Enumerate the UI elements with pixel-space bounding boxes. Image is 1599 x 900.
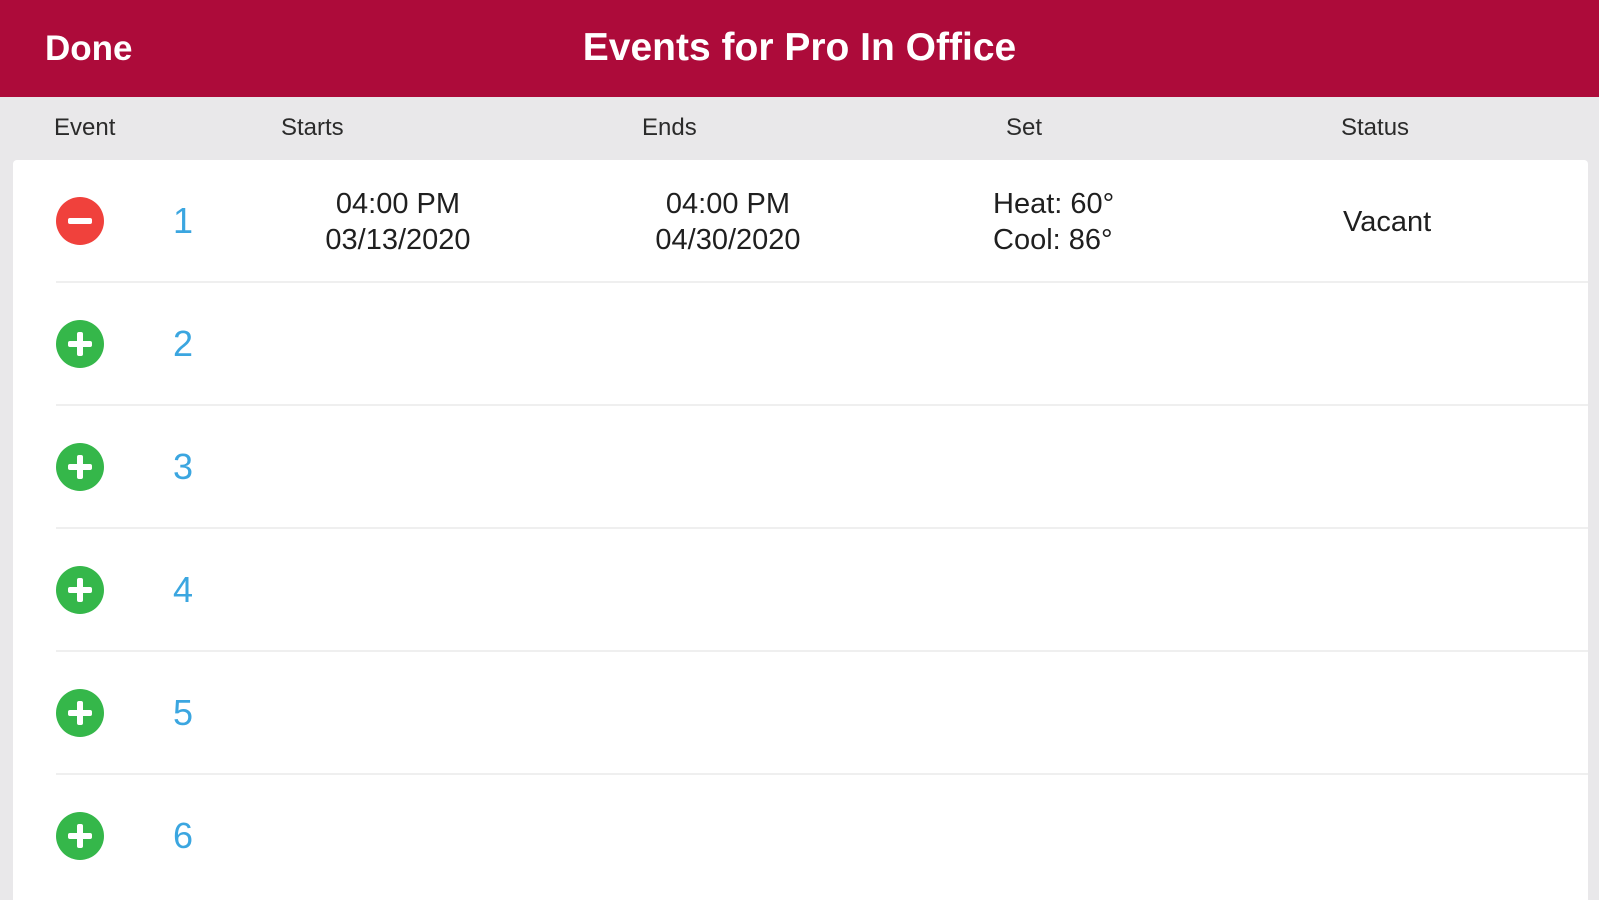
minus-circle-icon <box>68 218 92 224</box>
events-table: 1 04:00 PM 03/13/2020 04:00 PM 04/30/202… <box>13 160 1588 900</box>
heat-setpoint: Heat: 60° <box>993 188 1115 220</box>
event-number[interactable]: 1 <box>158 200 208 242</box>
table-row[interactable]: 3 <box>13 406 1588 529</box>
page-title: Events for Pro In Office <box>582 26 1017 69</box>
event-status: Vacant <box>1343 206 1432 238</box>
table-row[interactable]: 2 <box>13 283 1588 406</box>
table-header: Event Starts Ends Set Status <box>0 97 1599 160</box>
event-setpoints: Heat: 60° Cool: 86° <box>993 186 1114 258</box>
navigation-bar: Done Events for Pro In Office <box>0 0 1599 97</box>
table-row[interactable]: 4 <box>13 529 1588 652</box>
plus-circle-icon <box>68 455 92 479</box>
table-row[interactable]: 6 <box>13 775 1588 898</box>
add-event-button[interactable] <box>56 566 104 614</box>
column-header-set: Set <box>1006 114 1043 141</box>
start-time: 04:00 PM <box>335 188 461 220</box>
add-event-button[interactable] <box>56 689 104 737</box>
add-event-button[interactable] <box>56 443 104 491</box>
remove-event-button[interactable] <box>56 197 104 245</box>
add-event-button[interactable] <box>56 320 104 368</box>
plus-circle-icon <box>68 701 92 725</box>
cool-setpoint: Cool: 86° <box>993 224 1113 256</box>
event-starts: 04:00 PM 03/13/2020 <box>313 186 483 258</box>
plus-circle-icon <box>68 578 92 602</box>
end-time: 04:00 PM <box>665 188 791 220</box>
plus-circle-icon <box>68 332 92 356</box>
event-number[interactable]: 6 <box>158 815 208 857</box>
table-row[interactable]: 5 <box>13 652 1588 775</box>
add-event-button[interactable] <box>56 812 104 860</box>
event-number[interactable]: 2 <box>158 323 208 365</box>
column-header-event: Event <box>54 114 116 141</box>
start-date: 03/13/2020 <box>325 224 471 256</box>
end-date: 04/30/2020 <box>655 224 801 256</box>
event-ends: 04:00 PM 04/30/2020 <box>643 186 813 258</box>
column-header-ends: Ends <box>642 114 697 141</box>
plus-circle-icon <box>68 824 92 848</box>
column-header-status: Status <box>1341 114 1410 141</box>
event-number[interactable]: 5 <box>158 692 208 734</box>
event-number[interactable]: 3 <box>158 446 208 488</box>
table-row[interactable]: 1 04:00 PM 03/13/2020 04:00 PM 04/30/202… <box>13 160 1588 283</box>
column-header-starts: Starts <box>281 114 344 141</box>
event-number[interactable]: 4 <box>158 569 208 611</box>
